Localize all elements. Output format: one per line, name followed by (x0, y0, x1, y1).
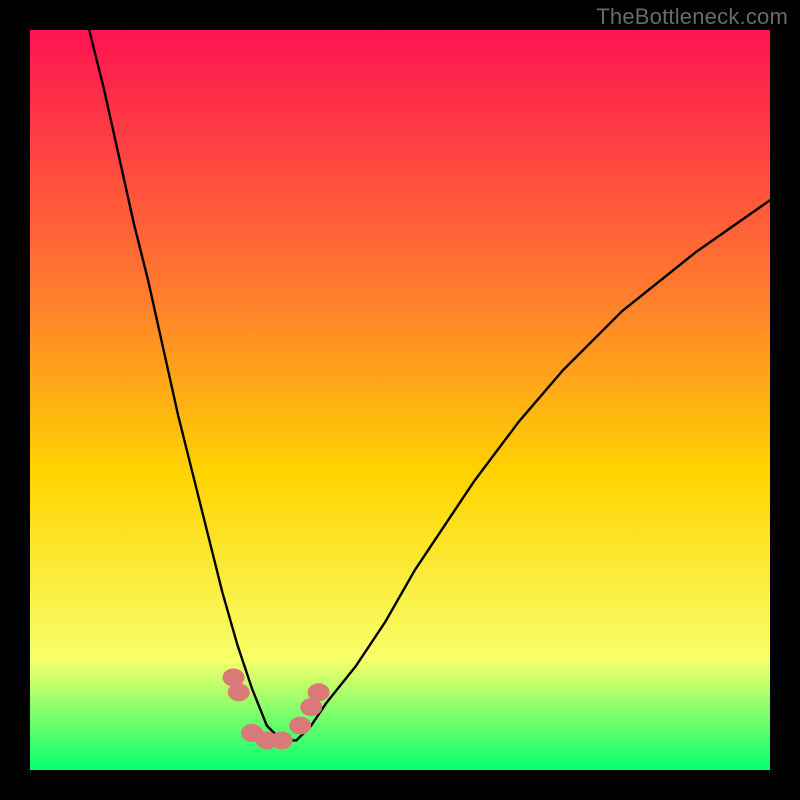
plot-background (30, 30, 770, 770)
curve-marker (271, 731, 293, 749)
watermark-text: TheBottleneck.com (596, 4, 788, 30)
curve-marker (289, 717, 311, 735)
curve-marker (308, 683, 330, 701)
curve-marker (228, 683, 250, 701)
bottleneck-chart (30, 30, 770, 770)
chart-frame: TheBottleneck.com (0, 0, 800, 800)
